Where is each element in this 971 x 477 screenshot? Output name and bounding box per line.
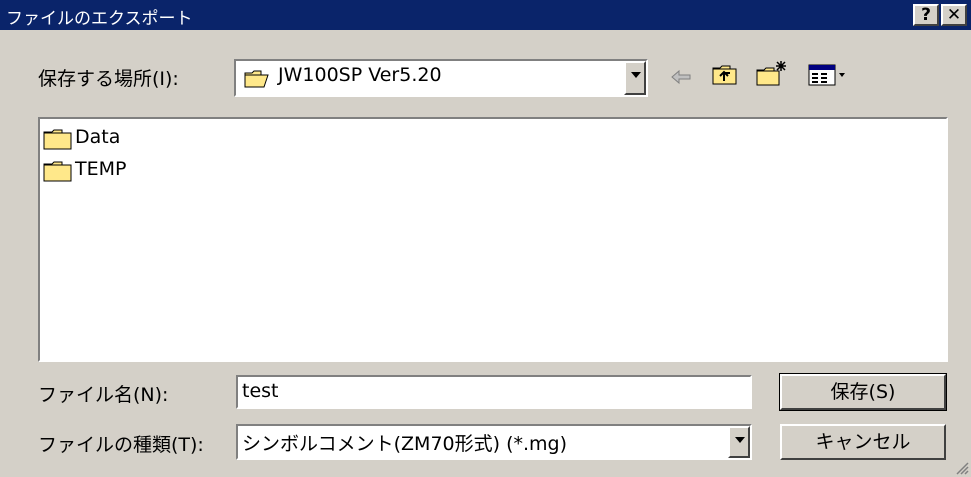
save-button[interactable]: 保存(S): [779, 373, 947, 411]
filename-label: ファイル名(N):: [38, 384, 169, 406]
file-name: Data: [75, 126, 121, 148]
window-title: ファイルのエクスポート: [6, 9, 193, 29]
file-name: TEMP: [75, 158, 127, 180]
folder-icon: [43, 129, 72, 150]
new-folder-icon[interactable]: [756, 60, 788, 88]
save-location-value: JW100SP Ver5.20: [278, 64, 442, 86]
help-button[interactable]: ?: [913, 4, 939, 26]
view-menu-icon[interactable]: [808, 64, 848, 86]
dropdown-arrow-icon[interactable]: [624, 61, 646, 95]
file-list[interactable]: Data TEMP: [38, 117, 948, 362]
open-folder-icon: [244, 70, 269, 88]
back-arrow-icon[interactable]: [670, 69, 692, 85]
filetype-label: ファイルの種類(T):: [38, 434, 204, 456]
cancel-button[interactable]: キャンセル: [780, 424, 946, 460]
save-location-label: 保存する場所(I):: [38, 68, 179, 90]
title-bar[interactable]: ファイルのエクスポート ? ✕: [0, 0, 971, 30]
save-location-combo[interactable]: JW100SP Ver5.20: [234, 59, 648, 97]
filename-value: test: [242, 380, 279, 402]
filetype-value: シンボルコメント(ZM70形式) (*.mg): [242, 433, 568, 455]
export-dialog: ファイルのエクスポート ? ✕ 保存する場所(I): JW100SP Ver5.…: [0, 0, 971, 477]
close-button[interactable]: ✕: [941, 4, 967, 26]
filetype-combo[interactable]: シンボルコメント(ZM70形式) (*.mg): [236, 424, 752, 460]
filename-input[interactable]: test: [236, 375, 752, 409]
resize-grip-icon[interactable]: [955, 461, 969, 475]
dropdown-arrow-icon[interactable]: [728, 426, 750, 458]
folder-icon: [43, 161, 72, 182]
up-folder-icon[interactable]: [712, 64, 738, 86]
